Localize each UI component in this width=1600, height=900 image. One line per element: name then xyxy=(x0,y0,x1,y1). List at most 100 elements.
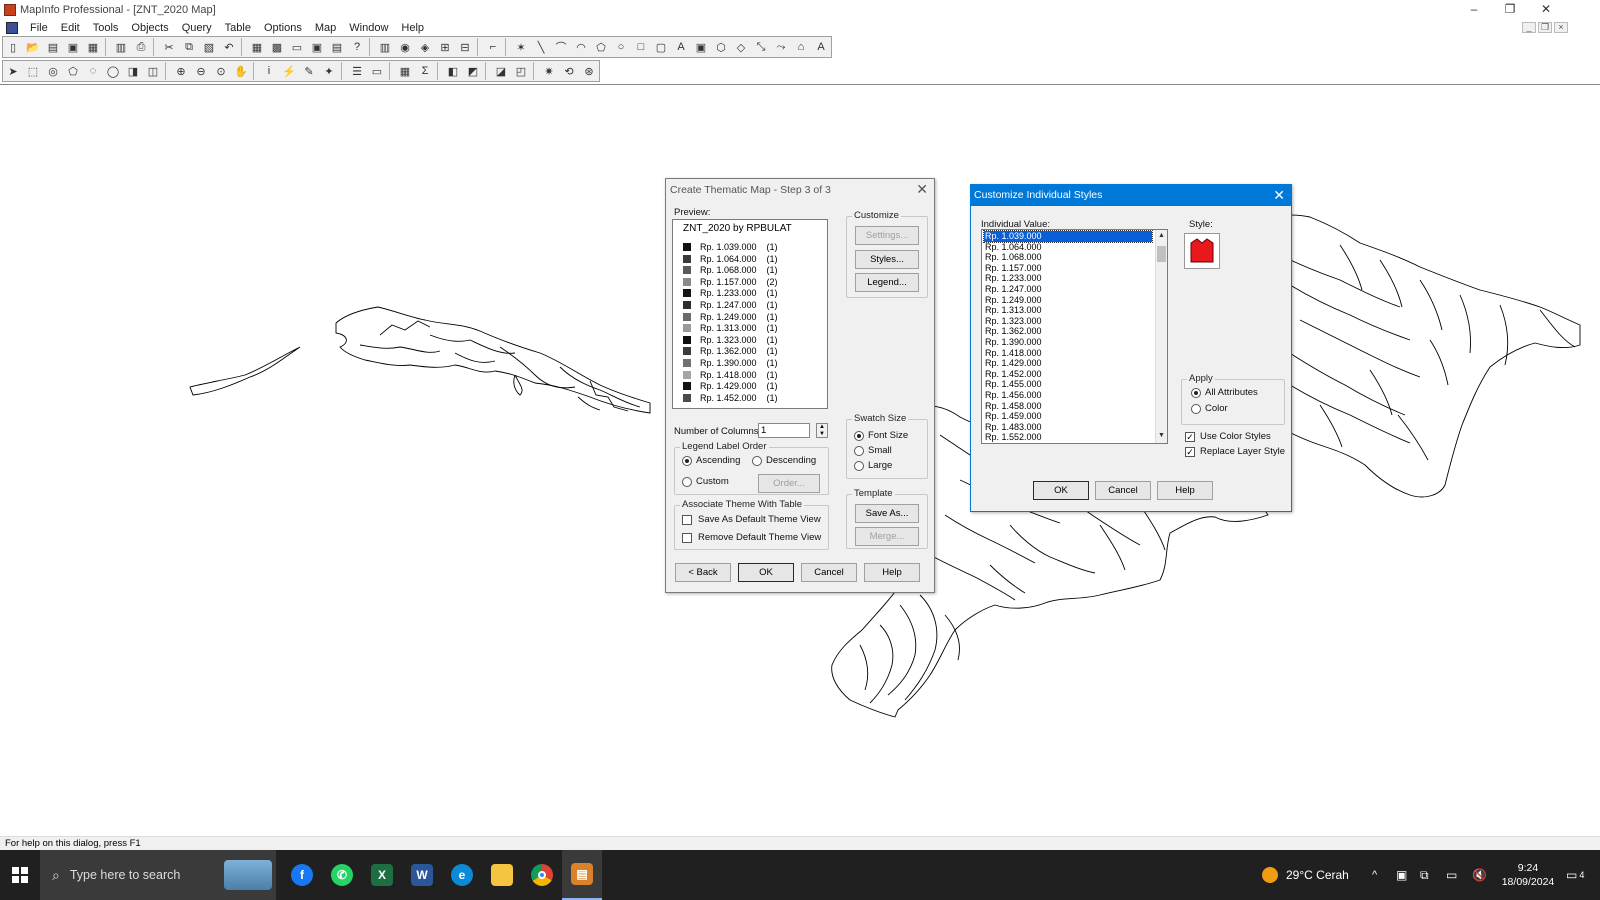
graph-tool-icon[interactable]: ⊞ xyxy=(436,38,455,57)
paste-icon[interactable]: ▧ xyxy=(200,38,219,57)
close-icon[interactable]: ✕ xyxy=(1273,187,1285,203)
styles-button[interactable]: Styles... xyxy=(855,250,919,269)
new-graph-icon[interactable]: ▭ xyxy=(288,38,307,57)
settings-button[interactable]: Settings... xyxy=(855,226,919,245)
text-style-icon[interactable]: A xyxy=(812,38,831,57)
invert-selection-icon[interactable]: ◨ xyxy=(124,62,143,81)
menu-edit[interactable]: Edit xyxy=(55,22,87,34)
weather-widget[interactable]: 29°C Cerah xyxy=(1262,850,1349,900)
zoom-in-icon[interactable]: ⊕ xyxy=(172,62,191,81)
taskbar-file-explorer[interactable] xyxy=(482,850,522,900)
show-hidden-icons-button[interactable]: ^ xyxy=(1372,850,1377,900)
help-cursor-icon[interactable]: ? xyxy=(348,38,367,57)
value-list-item[interactable]: Rp. 1.157.000 xyxy=(984,263,1152,274)
pan-hand-icon[interactable]: ✋ xyxy=(232,62,251,81)
value-list-item[interactable]: Rp. 1.483.000 xyxy=(984,422,1152,433)
value-list-scrollbar[interactable]: ▲ ▼ xyxy=(1155,230,1167,443)
set-target-icon[interactable]: ◧ xyxy=(444,62,463,81)
menu-objects[interactable]: Objects xyxy=(125,22,175,34)
boundary-select-icon[interactable]: ◌ xyxy=(84,62,103,81)
scroll-down-icon[interactable]: ▼ xyxy=(1156,430,1167,442)
snap-icon[interactable]: ⤡ xyxy=(752,38,771,57)
value-list-item[interactable]: Rp. 1.068.000 xyxy=(984,252,1152,263)
tool-a-icon[interactable]: ✷ xyxy=(540,62,559,81)
ellipse-tool-icon[interactable]: ○ xyxy=(612,38,631,57)
network-icon[interactable]: ▭ xyxy=(1446,850,1457,900)
scroll-thumb[interactable] xyxy=(1157,246,1166,262)
style-swatch-button[interactable] xyxy=(1184,233,1220,269)
merge-button[interactable]: Merge... xyxy=(855,527,919,546)
back-button[interactable]: < Back xyxy=(675,563,731,582)
frame-icon[interactable]: ⌐ xyxy=(484,38,503,57)
value-list-item[interactable]: Rp. 1.247.000 xyxy=(984,284,1152,295)
mdi-close-button[interactable]: × xyxy=(1554,22,1568,33)
value-list-item[interactable]: Rp. 1.459.000 xyxy=(984,411,1152,422)
taskbar-chrome[interactable] xyxy=(522,850,562,900)
statistics-icon[interactable]: Σ xyxy=(416,62,435,81)
new-table-icon[interactable]: ▯ xyxy=(4,38,23,57)
color-radio[interactable] xyxy=(1191,404,1201,414)
replace-layer-checkbox[interactable]: ✓ xyxy=(1185,447,1195,457)
cancel-button[interactable]: Cancel xyxy=(1095,481,1151,500)
value-list-item[interactable]: Rp. 1.233.000 xyxy=(984,273,1152,284)
value-list[interactable]: Rp. 1.039.000 Rp. 1.064.000 Rp. 1.068.000 R… xyxy=(981,229,1168,444)
menu-options[interactable]: Options xyxy=(258,22,309,34)
display-icon[interactable]: ⧉ xyxy=(1420,850,1429,900)
undo-icon[interactable]: ↶ xyxy=(220,38,239,57)
legend-button[interactable]: Legend... xyxy=(855,273,919,292)
info-tool-icon[interactable]: i xyxy=(260,62,279,81)
house-icon[interactable]: ⌂ xyxy=(792,38,811,57)
value-list-item[interactable]: Rp. 1.429.000 xyxy=(984,358,1152,369)
zoom-out-icon[interactable]: ⊖ xyxy=(192,62,211,81)
value-list-item[interactable]: Rp. 1.313.000 xyxy=(984,305,1152,316)
drag-map-icon[interactable]: ✦ xyxy=(320,62,339,81)
value-list-item[interactable]: Rp. 1.249.000 xyxy=(984,295,1152,306)
theme-icon[interactable]: ◈ xyxy=(416,38,435,57)
remove-default-checkbox[interactable] xyxy=(682,533,692,543)
digitize-icon[interactable]: ⤳ xyxy=(772,38,791,57)
mdi-minimize-button[interactable]: _ xyxy=(1522,22,1536,33)
save-workspace-icon[interactable]: ▦ xyxy=(84,38,103,57)
save-icon[interactable]: ▣ xyxy=(64,38,83,57)
taskbar-excel[interactable]: X xyxy=(362,850,402,900)
ok-button[interactable]: OK xyxy=(738,563,794,582)
select-arrow-icon[interactable]: ➤ xyxy=(4,62,23,81)
help-button[interactable]: Help xyxy=(1157,481,1213,500)
menu-help[interactable]: Help xyxy=(395,22,431,34)
line-tool-icon[interactable]: ╲ xyxy=(532,38,551,57)
value-list-item[interactable]: Rp. 1.456.000 xyxy=(984,390,1152,401)
polygon-select-icon[interactable]: ⬠ xyxy=(64,62,83,81)
save-default-checkbox[interactable] xyxy=(682,515,692,525)
volume-muted-icon[interactable]: 🔇 xyxy=(1472,850,1487,900)
close-icon[interactable]: ✕ xyxy=(916,181,928,197)
legend-icon[interactable]: ▦ xyxy=(396,62,415,81)
taskbar-word[interactable]: W xyxy=(402,850,442,900)
new-browser-icon[interactable]: ▦ xyxy=(248,38,267,57)
notifications-button[interactable]: ▭ 4 xyxy=(1566,850,1584,900)
polygon-tool-icon[interactable]: ⬠ xyxy=(592,38,611,57)
value-list-item[interactable]: Rp. 1.064.000 xyxy=(984,242,1152,253)
globe-icon[interactable]: ◉ xyxy=(396,38,415,57)
taskbar-search[interactable]: ⌕ Type here to search xyxy=(40,850,276,900)
label-tool-icon[interactable]: ✎ xyxy=(300,62,319,81)
cancel-button[interactable]: Cancel xyxy=(801,563,857,582)
taskbar-whatsapp[interactable]: ✆ xyxy=(322,850,362,900)
grid-tool-icon[interactable]: ⊟ xyxy=(456,38,475,57)
change-view-icon[interactable]: ⊙ xyxy=(212,62,231,81)
value-list-item[interactable]: Rp. 1.323.000 xyxy=(984,316,1152,327)
rectangle-tool-icon[interactable]: □ xyxy=(632,38,651,57)
custom-radio[interactable] xyxy=(682,477,692,487)
new-mapper-icon[interactable]: ▩ xyxy=(268,38,287,57)
rounded-rect-tool-icon[interactable]: ▢ xyxy=(652,38,671,57)
menu-file[interactable]: File xyxy=(24,22,55,34)
print-preview-icon[interactable]: ▥ xyxy=(112,38,131,57)
taskbar-edge[interactable]: e xyxy=(442,850,482,900)
graph-select-icon[interactable]: ◫ xyxy=(144,62,163,81)
minimize-button[interactable]: – xyxy=(1456,0,1492,20)
open-icon[interactable]: 📂 xyxy=(24,38,43,57)
value-list-item[interactable]: Rp. 1.362.000 xyxy=(984,326,1152,337)
all-attributes-radio[interactable] xyxy=(1191,388,1201,398)
save-as-button[interactable]: Save As... xyxy=(855,504,919,523)
new-redistrict-icon[interactable]: ▤ xyxy=(328,38,347,57)
taskbar-facebook[interactable]: f xyxy=(282,850,322,900)
